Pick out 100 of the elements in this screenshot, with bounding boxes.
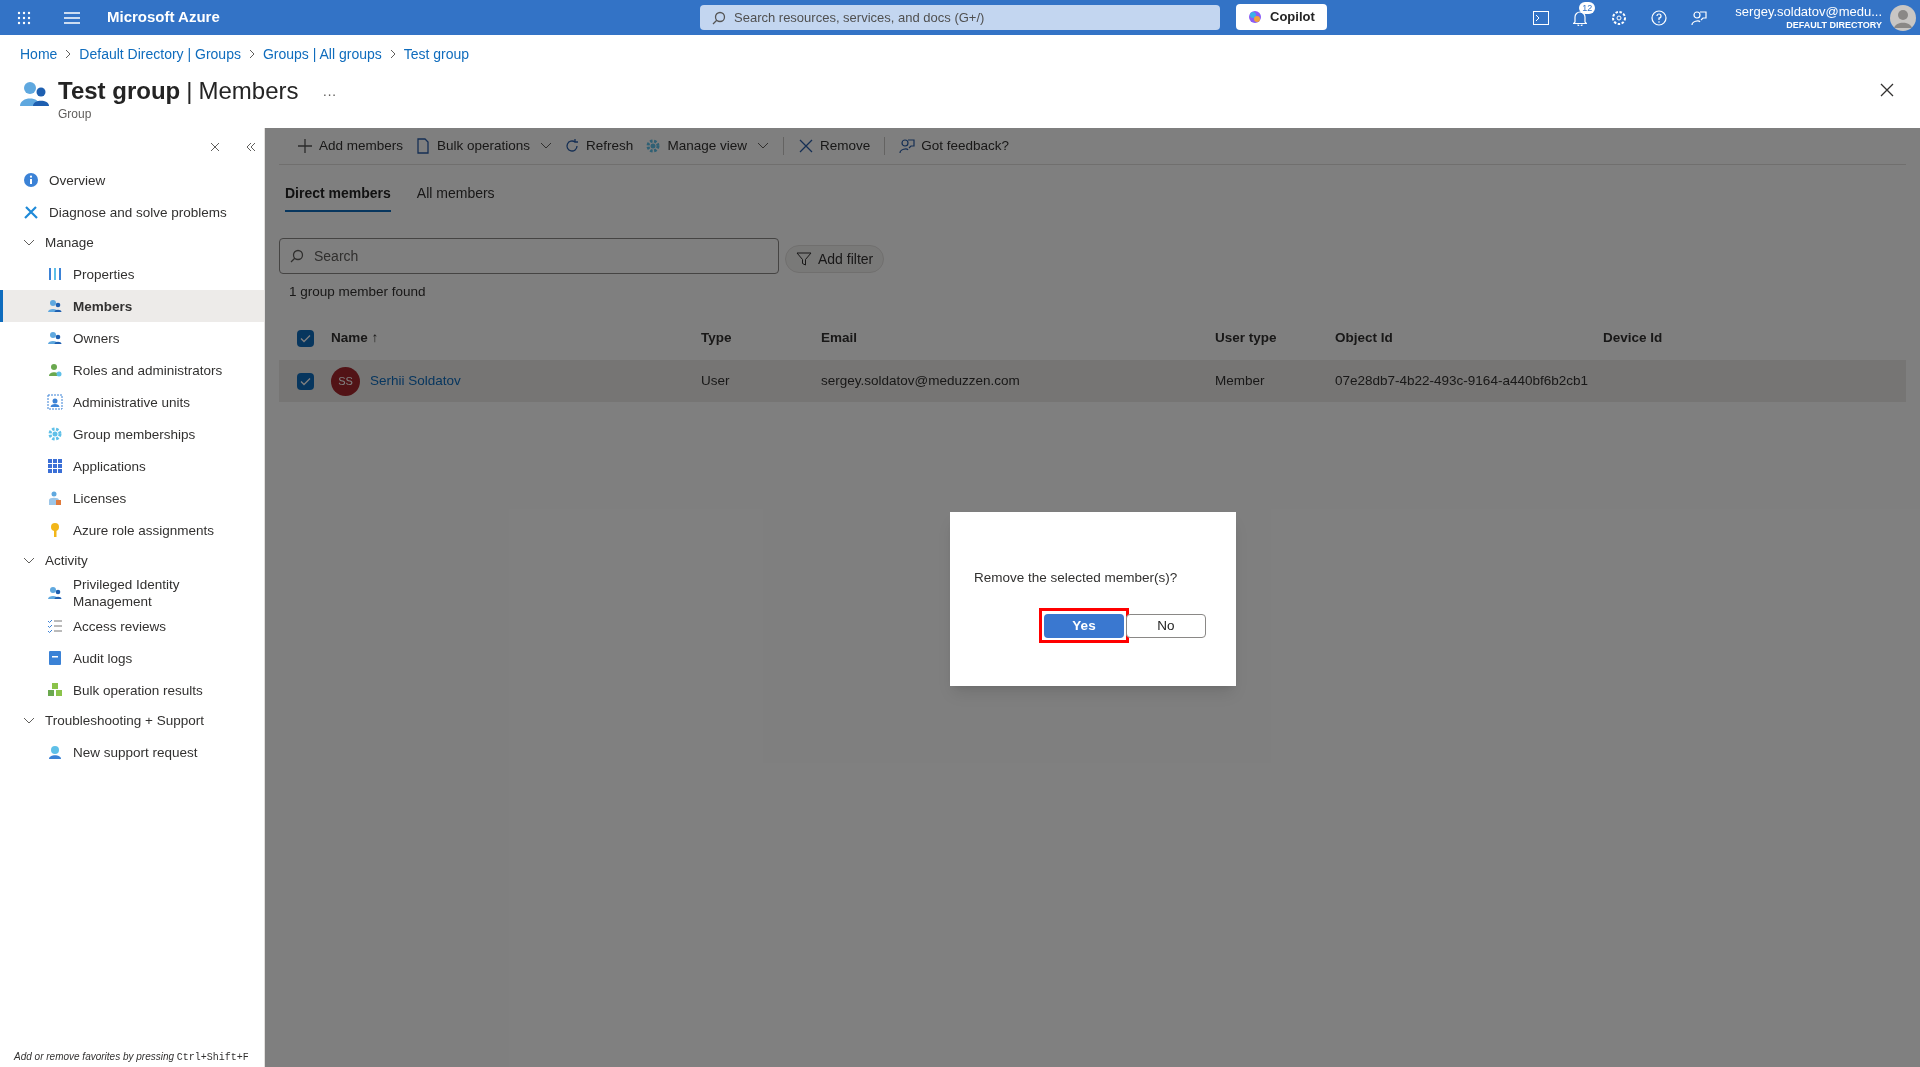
nav-item[interactable]: Applications	[0, 450, 264, 482]
breadcrumb-link[interactable]: Groups | All groups	[262, 43, 382, 65]
nav-item[interactable]: Members	[0, 290, 264, 322]
column-header[interactable]: User type	[1215, 328, 1335, 349]
collapse-icon	[210, 142, 220, 152]
table-cell-text: Member	[1215, 372, 1266, 391]
title-separator: |	[186, 76, 193, 106]
search-field[interactable]: Search	[279, 238, 779, 274]
column-header[interactable]: Name ↑	[331, 328, 701, 349]
directory-name: DEFAULT DIRECTORY	[1786, 20, 1882, 32]
bars-icon	[47, 266, 63, 282]
nav-item[interactable]: Roles and administrators	[0, 354, 264, 386]
nav-item[interactable]: Administrative units	[0, 386, 264, 418]
search-field[interactable]: Search resources, services, and docs (G+/)	[700, 5, 1220, 30]
chevron-right-icon	[65, 49, 72, 59]
table-cell-text: sergey.soldatov@meduzzen.com	[821, 372, 1021, 391]
double-chevron-left-icon	[246, 142, 256, 152]
toolbar-button[interactable]: Remove	[791, 128, 877, 164]
add-filter-button[interactable]: Add filter	[785, 245, 885, 273]
account-name[interactable]: sergey.soldatov@medu...	[1735, 3, 1882, 20]
nav-item[interactable]: Azure role assignments	[0, 514, 264, 546]
tab[interactable]: Direct members	[285, 183, 391, 212]
menu-icon	[64, 11, 80, 24]
nav-group[interactable]: Troubleshooting + Support	[0, 706, 264, 736]
checklist-icon	[47, 618, 63, 634]
checkbox[interactable]	[297, 372, 314, 390]
gear-icon	[47, 426, 63, 442]
gear-icon	[645, 138, 662, 154]
chevron-down-icon	[23, 557, 35, 565]
dialog-button[interactable]: Yes	[1044, 614, 1124, 639]
filter-icon	[796, 251, 812, 267]
cubes-icon	[47, 682, 63, 698]
nav-item[interactable]: Overview	[0, 164, 264, 196]
person-icon	[47, 744, 63, 760]
page-title: Test group	[58, 76, 181, 106]
nav-item[interactable]: Owners	[0, 322, 264, 354]
toolbar-button[interactable]: Bulk operations	[409, 128, 559, 164]
nav-item[interactable]: Group memberships	[0, 418, 264, 450]
chevron-down-icon	[23, 717, 35, 725]
breadcrumb-link[interactable]: Test group	[403, 43, 470, 65]
nav-item[interactable]: Access reviews	[0, 610, 264, 642]
tab[interactable]: All members	[416, 183, 495, 212]
close-icon	[797, 138, 814, 154]
nav-group[interactable]: Manage	[0, 228, 264, 258]
table-row[interactable]: SS Serhii Soldatov User sergey.soldatov@meduzzen.com Member 07e28db7-4b22-493c-9164-a440bf6b2cb1	[279, 360, 1906, 403]
person-icon	[47, 362, 63, 378]
toolbar-button[interactable]: Refresh	[558, 128, 640, 164]
page-subtitle: Group	[58, 106, 93, 123]
result-count: 1 group member found	[288, 283, 427, 301]
settings-icon	[1611, 9, 1628, 26]
page-section: Members	[198, 73, 299, 109]
avatar-icon	[1890, 4, 1916, 31]
refresh-icon	[564, 138, 581, 154]
favorites-hint: Add or remove favorites by pressing Ctrl+Shift+F	[14, 1050, 249, 1065]
info-icon	[23, 172, 39, 188]
avatar: SS	[331, 366, 360, 396]
people-icon	[47, 298, 63, 314]
nav-item[interactable]: Privileged Identity Management	[0, 576, 264, 610]
notification-badge: 12	[1579, 1, 1596, 14]
column-header[interactable]: Object Id	[1335, 328, 1603, 349]
close-icon	[1880, 83, 1894, 97]
chevron-right-icon	[389, 49, 396, 59]
nav-item[interactable]: Properties	[0, 258, 264, 290]
dialog-button[interactable]: No	[1126, 614, 1206, 639]
toolbar-button[interactable]: Add members	[291, 128, 410, 164]
document-icon	[415, 138, 432, 154]
search-icon	[290, 249, 304, 263]
feedback-icon	[899, 138, 916, 154]
more-button[interactable]: ···	[322, 84, 337, 105]
people-icon	[47, 585, 63, 601]
plus-icon	[297, 138, 313, 154]
checkbox[interactable]	[297, 329, 314, 347]
feedback-icon	[1691, 9, 1708, 26]
breadcrumb-link[interactable]: Home	[20, 43, 58, 65]
brand-name[interactable]: Microsoft Azure	[107, 6, 220, 29]
column-header[interactable]: Type	[701, 328, 821, 349]
check-icon	[300, 333, 311, 343]
nav-item[interactable]: Licenses	[0, 482, 264, 514]
copilot-button[interactable]: Copilot	[1236, 4, 1327, 30]
grid-icon	[47, 458, 63, 474]
group-icon	[20, 79, 50, 107]
toolbar-button[interactable]: Got feedback?	[893, 128, 1016, 164]
nav-item[interactable]: Audit logs	[0, 642, 264, 674]
column-header[interactable]: Email	[821, 328, 1215, 349]
chevron-right-icon	[248, 49, 255, 59]
toolbar-button[interactable]: Manage view	[639, 128, 775, 164]
nav-item[interactable]: Bulk operation results	[0, 674, 264, 706]
copilot-icon	[1248, 10, 1262, 24]
nav-item[interactable]: Diagnose and solve problems	[0, 196, 264, 228]
dialog-message: Remove the selected member(s)?	[974, 569, 1179, 587]
breadcrumb-link[interactable]: Default Directory | Groups	[79, 43, 241, 65]
bell-icon	[1573, 9, 1588, 26]
check-icon	[300, 376, 311, 386]
app-launcher-icon	[17, 10, 31, 25]
chevron-down-icon	[23, 239, 35, 247]
search-icon	[712, 10, 726, 25]
nav-item[interactable]: New support request	[0, 736, 264, 768]
people-icon	[47, 330, 63, 346]
nav-group[interactable]: Activity	[0, 546, 264, 576]
column-header[interactable]: Device Id	[1603, 328, 1723, 349]
